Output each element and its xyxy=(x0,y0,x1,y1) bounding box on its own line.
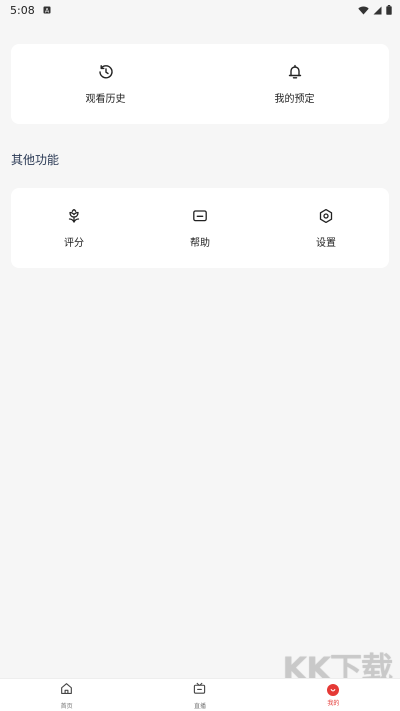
my-reservations-button[interactable]: 我的预定 xyxy=(200,44,389,124)
help-message-icon xyxy=(191,207,209,225)
status-right xyxy=(358,5,392,15)
history-clock-icon xyxy=(97,63,115,81)
settings-gear-icon xyxy=(317,207,335,225)
nav-label-home: 首页 xyxy=(60,703,73,710)
rate-label: 评分 xyxy=(64,238,84,249)
rate-flower-icon xyxy=(65,207,83,225)
bell-icon xyxy=(286,63,304,81)
nav-label-live: 直播 xyxy=(193,703,206,710)
tv-icon xyxy=(193,680,206,699)
nav-item-mine[interactable]: 我的 xyxy=(267,679,400,711)
a-box-icon: A xyxy=(43,6,51,14)
watch-history-button[interactable]: 观看历史 xyxy=(11,44,200,124)
nav-item-live[interactable]: 直播 xyxy=(133,679,266,711)
quick-access-card: 观看历史 我的预定 xyxy=(11,44,389,124)
profile-icon xyxy=(327,683,340,696)
bottom-nav: 首页 直播 我的 xyxy=(0,678,400,711)
status-left: 5:08 A xyxy=(10,4,51,17)
rate-button[interactable]: 评分 xyxy=(11,188,137,268)
section-title-other: 其他功能 xyxy=(11,153,60,167)
nav-item-home[interactable]: 首页 xyxy=(0,679,133,711)
settings-button[interactable]: 设置 xyxy=(263,188,389,268)
watch-history-label: 观看历史 xyxy=(85,94,126,105)
profile-screen: 5:08 A 观看历史 我的预定 其他功能 评分 帮助 设置 KK下载 首页 直… xyxy=(0,0,400,711)
wifi-icon xyxy=(358,6,369,15)
signal-icon xyxy=(373,6,382,15)
nav-label-mine: 我的 xyxy=(327,699,340,707)
status-bar: 5:08 A xyxy=(0,0,400,20)
help-label: 帮助 xyxy=(190,238,210,249)
home-icon xyxy=(60,680,73,699)
other-functions-card: 评分 帮助 设置 xyxy=(11,188,389,268)
battery-icon xyxy=(386,5,392,15)
status-time: 5:08 xyxy=(10,3,35,17)
my-reservations-label: 我的预定 xyxy=(274,94,315,105)
settings-label: 设置 xyxy=(316,238,336,249)
help-button[interactable]: 帮助 xyxy=(137,188,263,268)
